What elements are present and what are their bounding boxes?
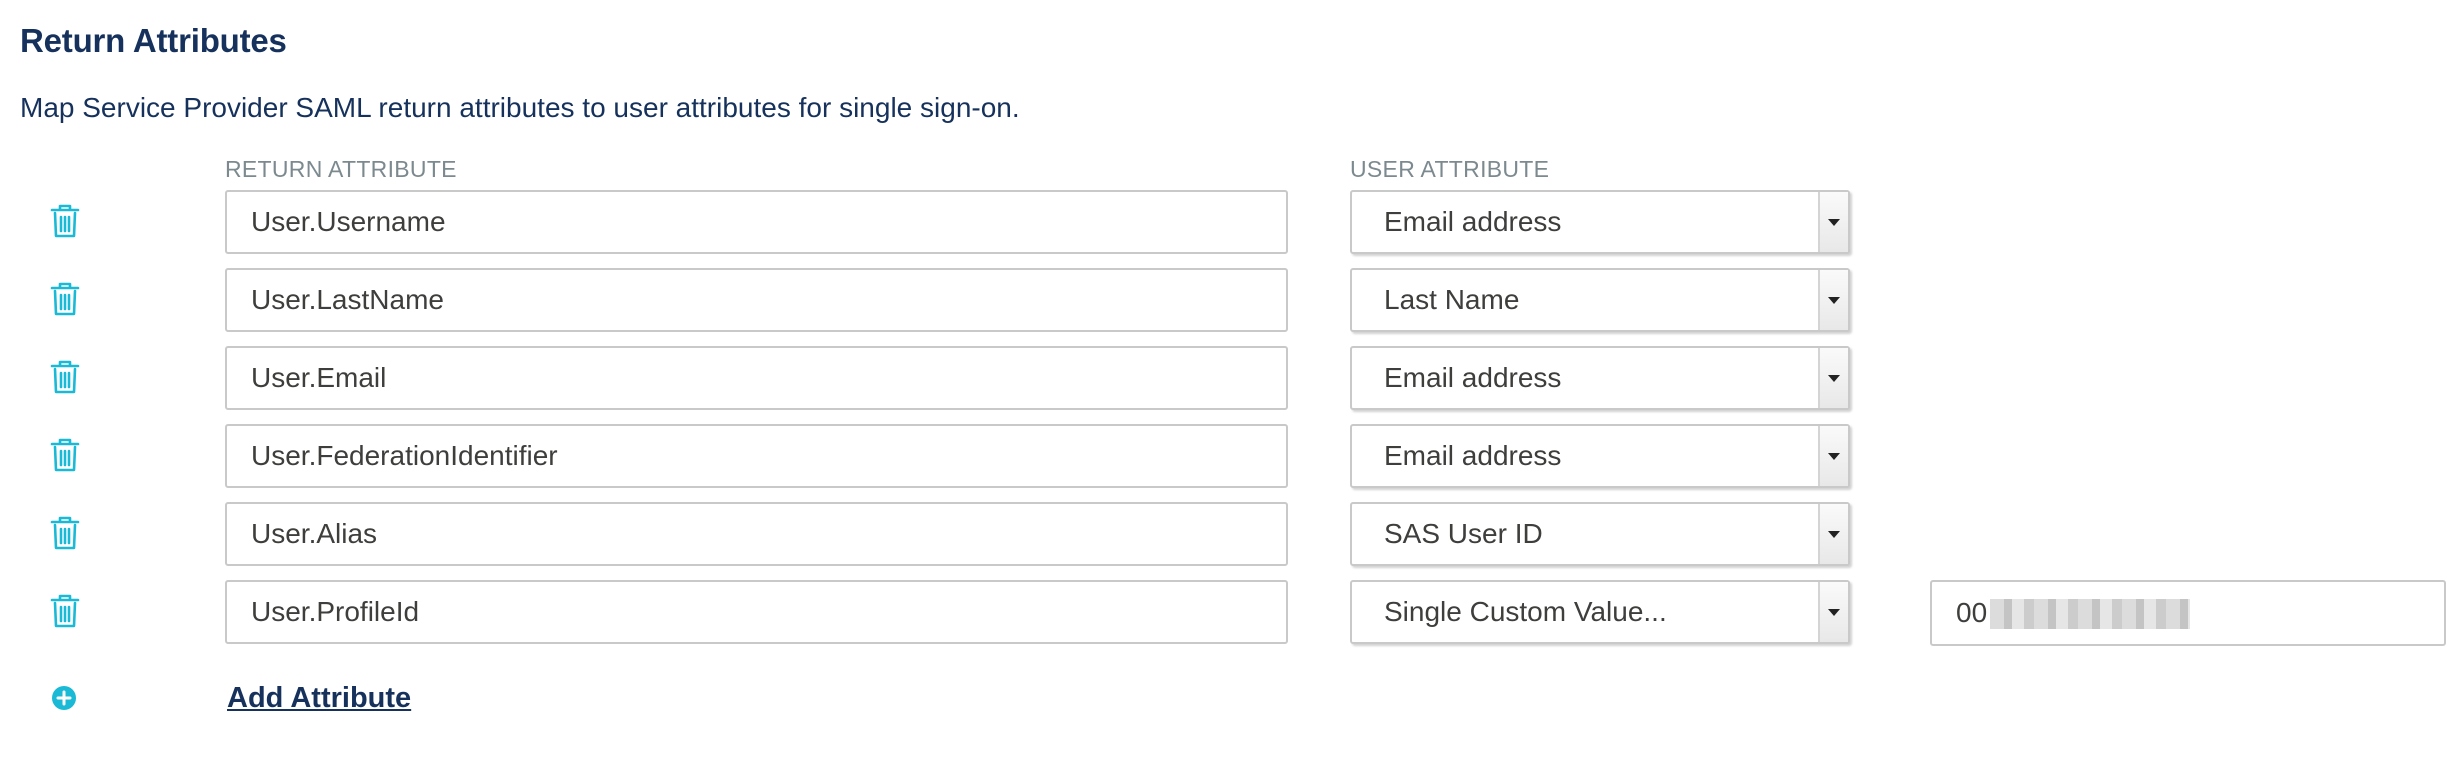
user-attribute-select[interactable]: Email address [1350, 190, 1850, 254]
page-title: Return Attributes [20, 22, 287, 59]
user-attribute-selected: Email address [1384, 440, 1562, 471]
return-attribute-input[interactable] [225, 346, 1288, 410]
return-attribute-input[interactable] [225, 580, 1288, 644]
attribute-row: Single Custom Value... 00 [0, 580, 2458, 648]
column-header-return-attribute: RETURN ATTRIBUTE [225, 156, 457, 182]
user-attribute-selected: Email address [1384, 362, 1562, 393]
trash-icon[interactable] [50, 204, 80, 238]
return-attribute-input[interactable] [225, 190, 1288, 254]
chevron-down-icon[interactable] [1818, 582, 1848, 642]
trash-icon[interactable] [50, 360, 80, 394]
chevron-down-icon[interactable] [1818, 504, 1848, 564]
chevron-down-icon[interactable] [1818, 192, 1848, 252]
add-attribute-link[interactable]: Add Attribute [227, 682, 411, 715]
user-attribute-selected: Last Name [1384, 284, 1520, 315]
trash-icon[interactable] [50, 438, 80, 472]
user-attribute-select[interactable]: Email address [1350, 346, 1850, 410]
user-attribute-selected: Email address [1384, 206, 1562, 237]
plus-circle-icon[interactable] [52, 686, 76, 710]
user-attribute-select[interactable]: Email address [1350, 424, 1850, 488]
attribute-row: Last Name [0, 268, 2458, 336]
trash-icon[interactable] [50, 516, 80, 550]
trash-icon[interactable] [50, 594, 80, 628]
attribute-row: Email address [0, 190, 2458, 258]
trash-icon[interactable] [50, 282, 80, 316]
user-attribute-select[interactable]: SAS User ID [1350, 502, 1850, 566]
chevron-down-icon[interactable] [1818, 348, 1848, 408]
return-attribute-input[interactable] [225, 268, 1288, 332]
return-attribute-input[interactable] [225, 502, 1288, 566]
custom-value-text: 00 [1956, 597, 1988, 628]
attribute-row: SAS User ID [0, 502, 2458, 570]
user-attribute-selected: Single Custom Value... [1384, 596, 1667, 627]
custom-value-input[interactable]: 00 [1930, 580, 2446, 646]
chevron-down-icon[interactable] [1818, 426, 1848, 486]
section-description: Map Service Provider SAML return attribu… [20, 92, 1020, 123]
user-attribute-select[interactable]: Last Name [1350, 268, 1850, 332]
user-attribute-selected: SAS User ID [1384, 518, 1543, 549]
attribute-row: Email address [0, 346, 2458, 414]
chevron-down-icon[interactable] [1818, 270, 1848, 330]
attribute-row: Email address [0, 424, 2458, 492]
return-attribute-input[interactable] [225, 424, 1288, 488]
column-header-user-attribute: USER ATTRIBUTE [1350, 156, 1550, 182]
redacted-value [1990, 599, 2190, 629]
user-attribute-select[interactable]: Single Custom Value... [1350, 580, 1850, 644]
